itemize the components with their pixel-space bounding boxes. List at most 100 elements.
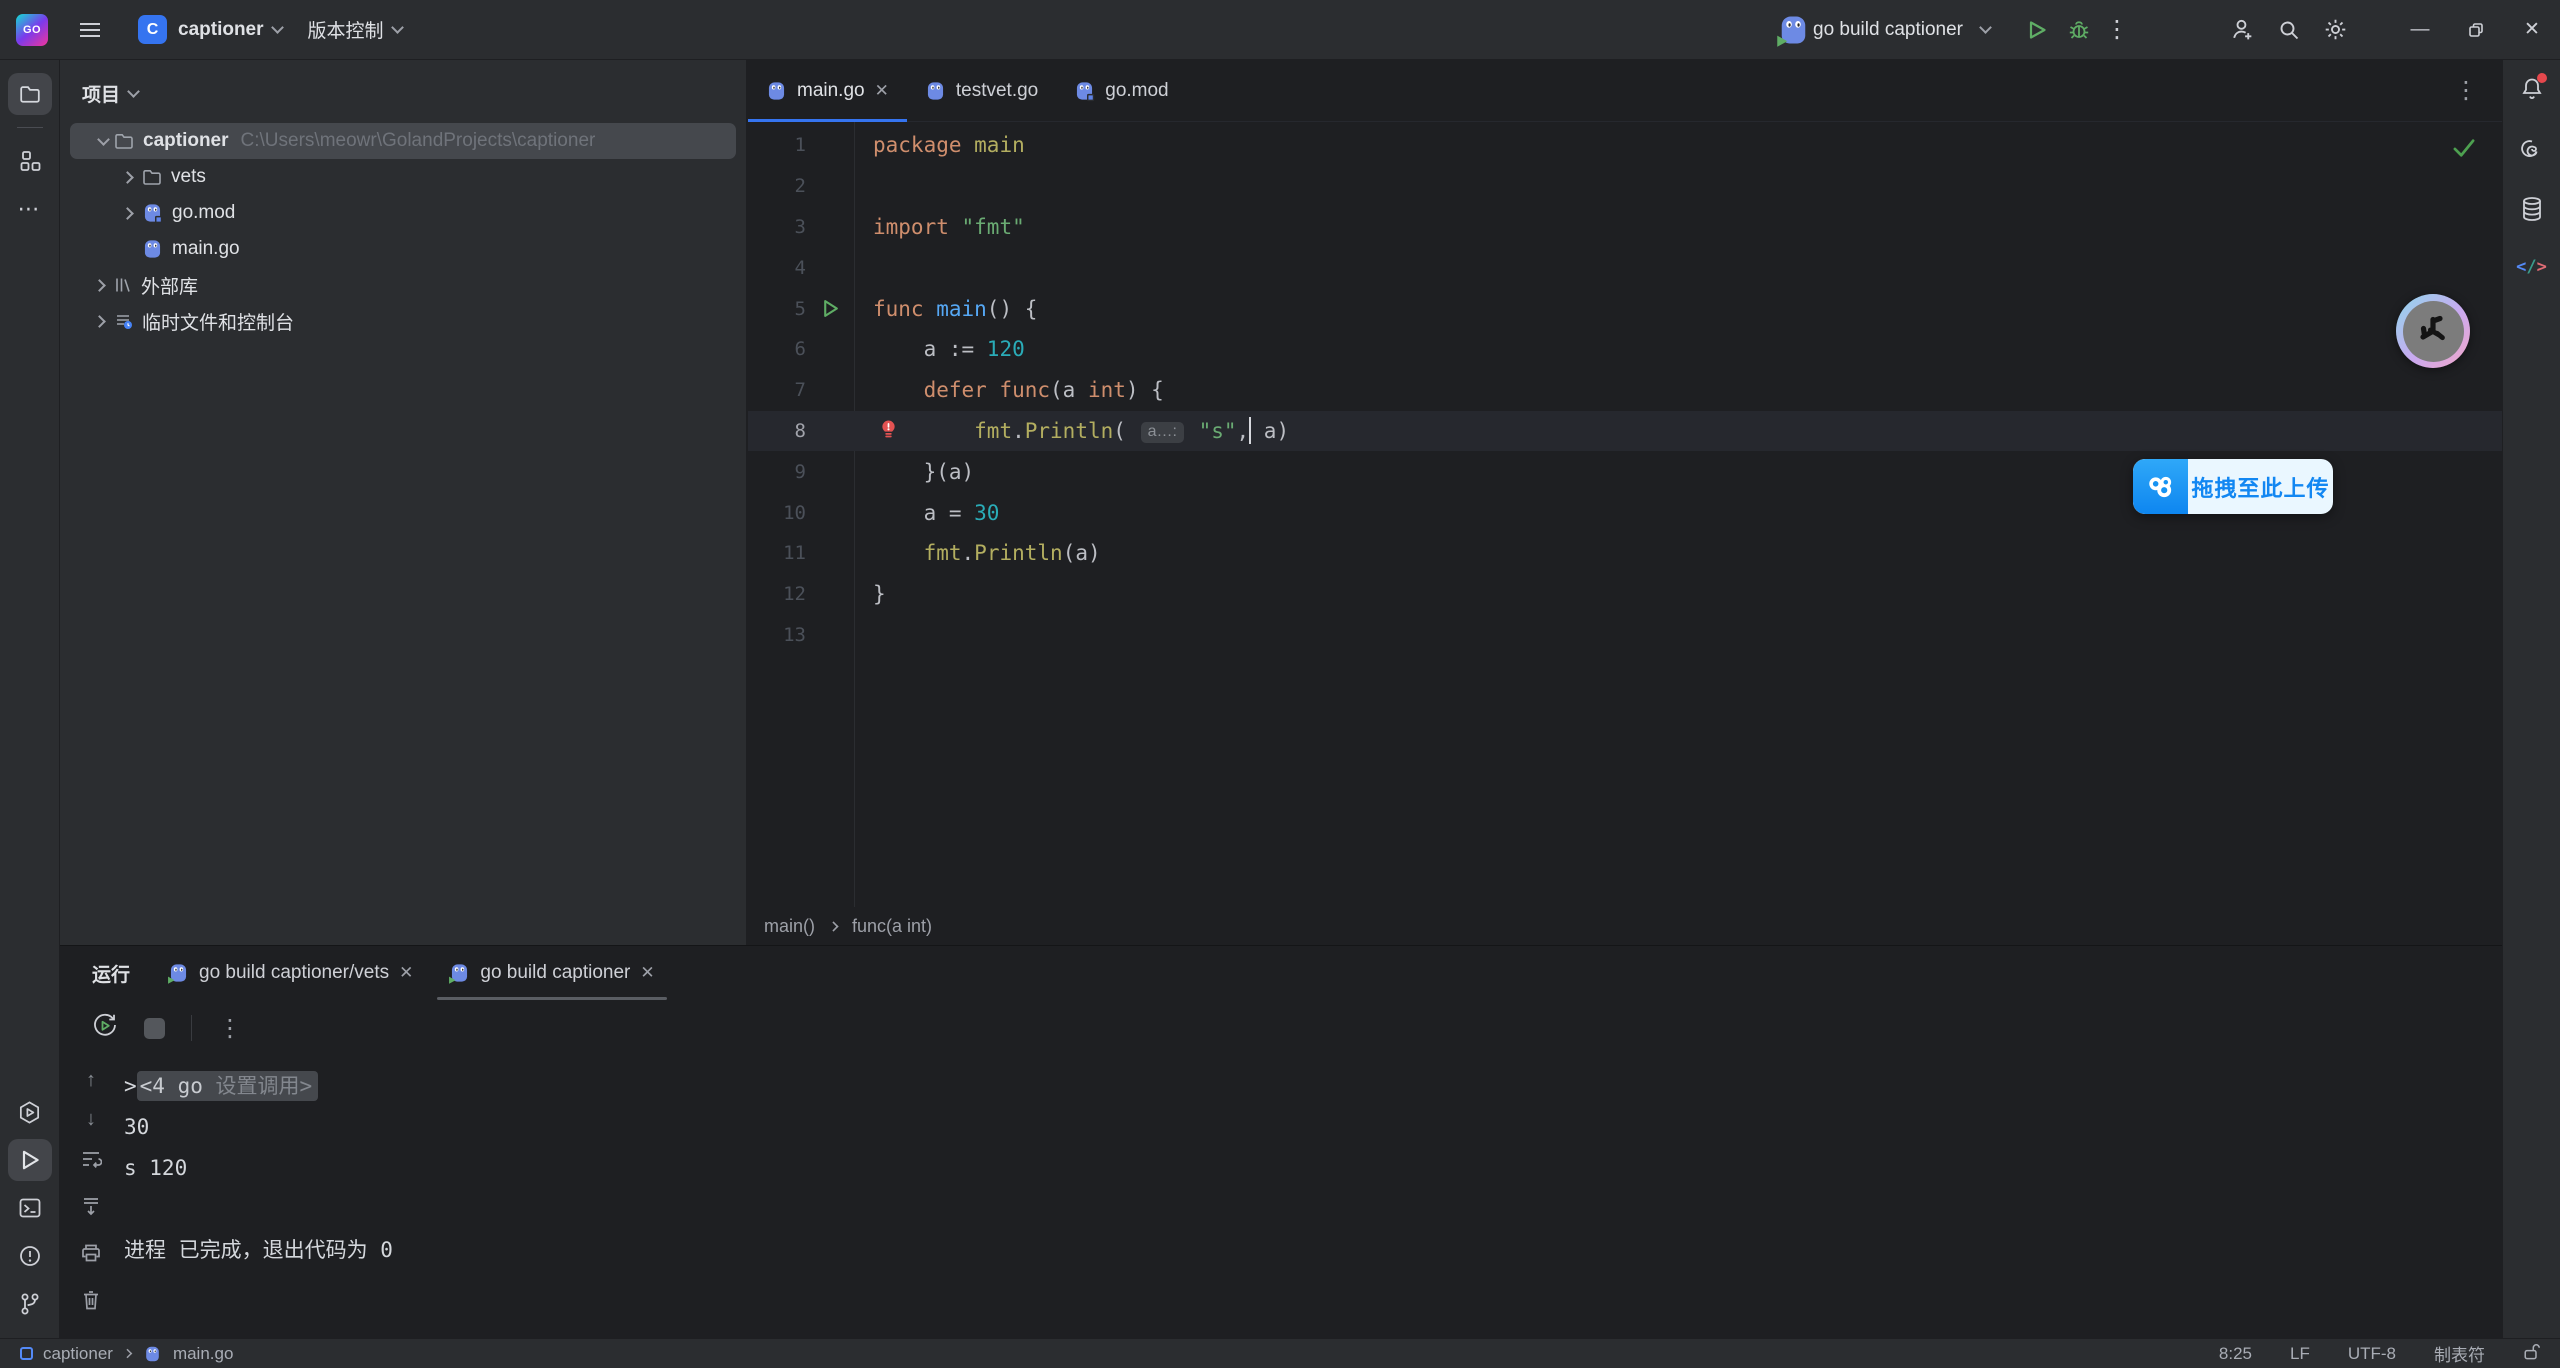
- code-text[interactable]: a = 30: [854, 501, 999, 525]
- sidebar-item-git[interactable]: [8, 1283, 52, 1325]
- parameter-hint-inlay[interactable]: a…:: [1141, 422, 1184, 443]
- code-line[interactable]: 8 fmt.Println( a…: "s", a): [748, 411, 2502, 452]
- sidebar-item-terminal[interactable]: [8, 1187, 52, 1229]
- unlock-icon[interactable]: [2523, 1342, 2540, 1366]
- breadcrumb-item[interactable]: main(): [764, 916, 815, 937]
- notifications-button[interactable]: [2519, 76, 2545, 108]
- code-text[interactable]: defer func(a int) {: [854, 378, 1164, 402]
- prev-occurrence-icon[interactable]: ↑: [86, 1070, 96, 1090]
- run-tab-captioner-vets[interactable]: go build captioner/vets ✕: [150, 946, 431, 1000]
- editor-code[interactable]: 1 package main 2 3 import "fmt" 4 5 func main()…: [748, 125, 2502, 655]
- code-line[interactable]: 3 import "fmt": [748, 207, 2502, 248]
- line-number[interactable]: 6: [748, 338, 806, 360]
- status-project[interactable]: captioner: [43, 1344, 113, 1364]
- sidebar-item-run[interactable]: [8, 1139, 52, 1181]
- editor-body[interactable]: 1 package main 2 3 import "fmt" 4 5 func main()…: [748, 122, 2502, 907]
- sidebar-item-more[interactable]: ⋯: [8, 188, 52, 230]
- line-number[interactable]: 8: [748, 420, 806, 442]
- inspection-ok-icon[interactable]: [2452, 138, 2476, 164]
- project-name[interactable]: captioner: [178, 19, 264, 41]
- code-text[interactable]: }(a): [854, 460, 974, 484]
- sidebar-item-services[interactable]: [8, 1091, 52, 1133]
- endpoints-icon[interactable]: </>: [2516, 257, 2547, 277]
- code-text[interactable]: func main() {: [854, 297, 1037, 321]
- sidebar-item-project[interactable]: [8, 73, 52, 115]
- sidebar-item-problems[interactable]: [8, 1235, 52, 1277]
- code-text[interactable]: }: [854, 582, 886, 606]
- close-button[interactable]: ✕: [2504, 0, 2560, 59]
- debug-button[interactable]: [2058, 9, 2100, 51]
- minimize-button[interactable]: —: [2392, 0, 2448, 59]
- line-number[interactable]: 2: [748, 175, 806, 197]
- tab-maingo[interactable]: main.go ✕: [748, 60, 907, 121]
- tab-options-kebab-icon[interactable]: ⋮: [2454, 76, 2502, 105]
- tree-row-captioner[interactable]: captioner C:\Users\meowr\GolandProjects\…: [70, 123, 736, 159]
- run-button[interactable]: [2016, 9, 2058, 51]
- vcs-widget[interactable]: 版本控制: [308, 16, 384, 43]
- tree-row-vets[interactable]: vets: [60, 159, 746, 195]
- line-number[interactable]: 13: [748, 624, 806, 646]
- hamburger-menu-icon[interactable]: [72, 12, 108, 48]
- code-text[interactable]: fmt.Println(a): [854, 541, 1101, 565]
- gear-icon[interactable]: [2323, 17, 2348, 42]
- print-icon[interactable]: [80, 1242, 102, 1270]
- line-number[interactable]: 9: [748, 461, 806, 483]
- caret-position[interactable]: 8:25: [2219, 1344, 2252, 1364]
- line-number[interactable]: 11: [748, 542, 806, 564]
- code-text[interactable]: package main: [854, 133, 1025, 157]
- clear-icon[interactable]: [81, 1289, 101, 1317]
- run-marker-icon[interactable]: [806, 299, 854, 318]
- code-line[interactable]: 1 package main: [748, 125, 2502, 166]
- tree-row-maingo[interactable]: main.go: [60, 231, 746, 267]
- run-options-kebab-icon[interactable]: ⋮: [218, 1014, 242, 1043]
- kebab-menu-icon[interactable]: ⋮: [2100, 15, 2134, 44]
- code-line[interactable]: 4: [748, 247, 2502, 288]
- run-title[interactable]: 运行: [76, 960, 150, 987]
- close-icon[interactable]: ✕: [640, 963, 654, 983]
- line-number[interactable]: 5: [748, 298, 806, 320]
- code-text[interactable]: import "fmt": [854, 215, 1025, 239]
- run-tab-captioner[interactable]: go build captioner ✕: [431, 946, 672, 1000]
- next-occurrence-icon[interactable]: ↓: [86, 1109, 96, 1129]
- line-number[interactable]: 4: [748, 257, 806, 279]
- run-console-output[interactable]: ><4 go 设置调用>30s 120 进程 已完成，退出代码为 0: [124, 1056, 2502, 1271]
- add-user-icon[interactable]: [2230, 17, 2255, 42]
- file-encoding[interactable]: UTF-8: [2348, 1344, 2396, 1364]
- upload-drop-button[interactable]: 拖拽至此上传: [2133, 459, 2333, 514]
- database-icon[interactable]: [2520, 196, 2544, 229]
- line-number[interactable]: 7: [748, 379, 806, 401]
- ai-assistant-icon[interactable]: [2519, 136, 2545, 168]
- restore-button[interactable]: [2448, 0, 2504, 59]
- project-panel-header[interactable]: 项目: [60, 60, 746, 123]
- line-number[interactable]: 10: [748, 502, 806, 524]
- status-file[interactable]: main.go: [173, 1344, 233, 1364]
- tree-row-external-libraries[interactable]: 外部库: [60, 267, 746, 303]
- indent-style[interactable]: 制表符: [2434, 1341, 2485, 1366]
- softwrap-icon[interactable]: [80, 1148, 102, 1176]
- project-avatar[interactable]: C: [138, 15, 167, 44]
- tree-row-gomod[interactable]: go.mod: [60, 195, 746, 231]
- scroll-end-icon[interactable]: [80, 1195, 102, 1223]
- code-line[interactable]: 6 a := 120: [748, 329, 2502, 370]
- rerun-icon[interactable]: [92, 1012, 118, 1044]
- sidebar-item-structure[interactable]: [8, 140, 52, 182]
- code-line[interactable]: 5 func main() {: [748, 288, 2502, 329]
- code-line[interactable]: 7 defer func(a int) {: [748, 370, 2502, 411]
- line-number[interactable]: 3: [748, 216, 806, 238]
- stop-icon[interactable]: [144, 1018, 165, 1039]
- code-line[interactable]: 12}: [748, 574, 2502, 615]
- folded-command-chip[interactable]: <4 go 设置调用>: [137, 1071, 319, 1101]
- run-config-selector[interactable]: go build captioner: [1783, 18, 1990, 42]
- code-text[interactable]: a := 120: [854, 337, 1025, 361]
- line-separator[interactable]: LF: [2290, 1344, 2310, 1364]
- code-line[interactable]: 13: [748, 615, 2502, 656]
- intention-bulb-icon[interactable]: [880, 419, 897, 446]
- overlay-assistant-button[interactable]: [2396, 294, 2470, 368]
- code-line[interactable]: 2: [748, 166, 2502, 207]
- line-number[interactable]: 12: [748, 583, 806, 605]
- line-number[interactable]: 1: [748, 134, 806, 156]
- close-icon[interactable]: ✕: [399, 963, 413, 983]
- code-text[interactable]: fmt.Println( a…: "s", a): [854, 417, 1289, 444]
- tree-row-scratches[interactable]: 临时文件和控制台: [60, 303, 746, 339]
- breadcrumb-item[interactable]: func(a int): [852, 916, 932, 937]
